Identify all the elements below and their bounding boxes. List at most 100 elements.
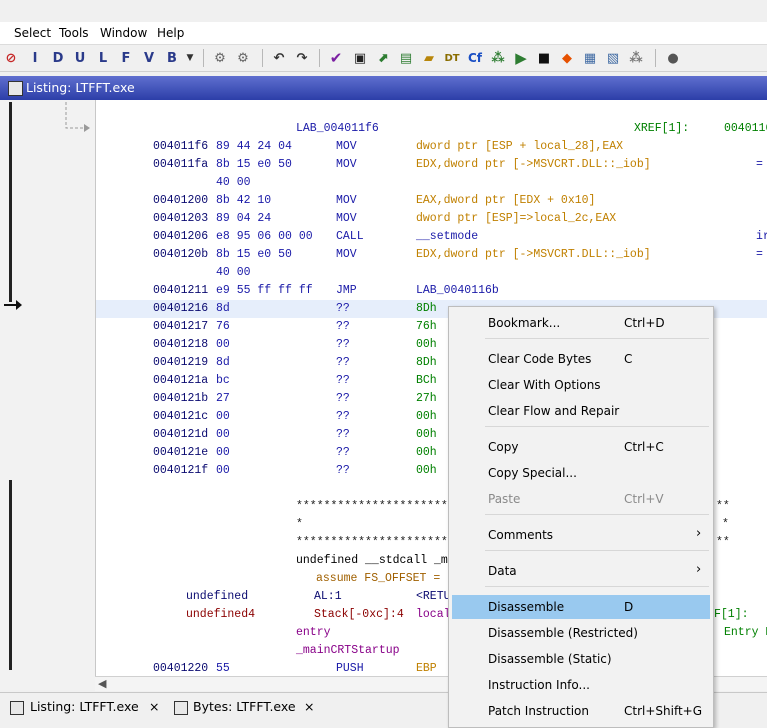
menu-item-clear-flow-and-repair[interactable]: Clear Flow and Repair — [452, 399, 710, 423]
checkmark-icon[interactable]: ✔ — [327, 49, 345, 67]
instruction-address[interactable]: 00401206 — [153, 230, 208, 243]
menu-item-disassemble-static[interactable]: Disassemble (Static) — [452, 647, 710, 671]
instruction-address[interactable]: 00401218 — [153, 338, 208, 351]
undo-icon[interactable]: ↶ — [270, 49, 288, 67]
filter-instructions-button[interactable]: I — [26, 49, 44, 67]
instruction-operand[interactable]: dword ptr [ESP]=>local_2c,EAX — [416, 212, 616, 225]
instruction-mnemonic: JMP — [336, 284, 357, 297]
menu-item-copy-special[interactable]: Copy Special... — [452, 461, 710, 485]
tree-icon[interactable]: ⁂ — [627, 49, 645, 67]
instruction-operand[interactable]: __setmode — [416, 230, 478, 243]
filter-functions-button[interactable]: F — [117, 49, 135, 67]
filter-data-button[interactable]: D — [49, 49, 67, 67]
instruction-address[interactable]: 00401220 — [153, 662, 208, 675]
instruction-address[interactable]: 0040121f — [153, 464, 208, 477]
graph-icon[interactable]: ⁂ — [489, 49, 507, 67]
instruction-operand[interactable]: BCh — [416, 374, 437, 387]
instruction-address[interactable]: 0040121d — [153, 428, 208, 441]
menu-help[interactable]: Help — [157, 26, 184, 40]
main-label[interactable]: _mainCRTStartup — [296, 644, 400, 657]
instruction-bytes: 40 00 — [216, 176, 251, 189]
assume-directive: assume FS_OFFSET = — [316, 572, 441, 585]
merge-icon[interactable]: ⚙ — [234, 49, 252, 67]
xref-address[interactable]: 0040116 — [724, 122, 767, 135]
instruction-address[interactable]: 0040120b — [153, 248, 208, 261]
instruction-operand[interactable]: EAX,dword ptr [EDX + 0x10] — [416, 194, 595, 207]
function-icon[interactable]: Cf — [466, 49, 484, 67]
instruction-operand[interactable]: 27h — [416, 392, 437, 405]
instruction-address[interactable]: 00401219 — [153, 356, 208, 369]
instruction-address[interactable]: 00401203 — [153, 212, 208, 225]
instruction-operand[interactable]: 8Dh — [416, 356, 437, 369]
instruction-address[interactable]: 004011f6 — [153, 140, 208, 153]
instruction-mnemonic: MOV — [336, 140, 357, 153]
instruction-address[interactable]: 00401216 — [153, 302, 208, 315]
instruction-operand[interactable]: EDX,dword ptr [->MSVCRT.DLL::_iob] — [416, 158, 651, 171]
binary-icon[interactable]: ▣ — [351, 49, 369, 67]
instruction-address[interactable]: 00401217 — [153, 320, 208, 333]
folder-icon[interactable]: ▰ — [420, 49, 438, 67]
instruction-address[interactable]: 0040121e — [153, 446, 208, 459]
scroll-left-icon[interactable]: ◀ — [98, 677, 106, 690]
tab-bytes[interactable]: Bytes: LTFFT.exe — [193, 699, 296, 714]
filter-undefined-button[interactable]: U — [71, 49, 89, 67]
close-icon[interactable]: × — [304, 699, 314, 714]
tab-listing[interactable]: Listing: LTFFT.exe — [30, 699, 139, 714]
menu-item-disassemble[interactable]: Disassemble D — [452, 595, 710, 619]
script-icon[interactable]: ▧ — [604, 49, 622, 67]
stop-icon[interactable]: ⊘ — [2, 49, 20, 67]
instruction-address[interactable]: 0040121a — [153, 374, 208, 387]
menu-item-patch-instruction[interactable]: Patch Instruction Ctrl+Shift+G — [452, 699, 710, 723]
instruction-operand[interactable]: dword ptr [ESP + local_28],EAX — [416, 140, 623, 153]
toolbar-separator — [262, 49, 263, 67]
filter-bytes-button[interactable]: B — [163, 49, 181, 67]
instruction-operand[interactable]: 8Dh — [416, 302, 437, 315]
instruction-address[interactable]: 00401211 — [153, 284, 208, 297]
instruction-operand[interactable]: LAB_0040116b — [416, 284, 499, 297]
instruction-operand[interactable]: 00h — [416, 410, 437, 423]
instruction-operand[interactable]: 76h — [416, 320, 437, 333]
menu-item-copy[interactable]: Copy Ctrl+C — [452, 435, 710, 459]
menu-item-comments[interactable]: Comments › — [452, 523, 710, 547]
var-type: undefined — [186, 590, 249, 603]
menu-window[interactable]: Window — [100, 26, 147, 40]
instruction-operand[interactable]: 00h — [416, 338, 437, 351]
function-signature[interactable]: undefined __stdcall _m — [296, 554, 448, 567]
terminal-icon[interactable]: ■ — [535, 49, 553, 67]
filter-values-button[interactable]: V — [140, 49, 158, 67]
instruction-mnemonic: MOV — [336, 212, 357, 225]
menu-item-disassemble-restricted[interactable]: Disassemble (Restricted) — [452, 621, 710, 645]
menu-item-data[interactable]: Data › — [452, 559, 710, 583]
instruction-bytes: 89 44 24 04 — [216, 140, 292, 153]
redo-icon[interactable]: ↷ — [293, 49, 311, 67]
instruction-address[interactable]: 0040121b — [153, 392, 208, 405]
split-icon[interactable]: ⚙ — [211, 49, 229, 67]
entry-label[interactable]: entry — [296, 626, 331, 639]
instruction-operand[interactable]: 00h — [416, 446, 437, 459]
filter-labels-button[interactable]: L — [94, 49, 112, 67]
menu-item-clear-code-bytes[interactable]: Clear Code Bytes C — [452, 347, 710, 371]
close-icon[interactable]: × — [149, 699, 159, 714]
instruction-address[interactable]: 004011fa — [153, 158, 208, 171]
label[interactable]: LAB_004011f6 — [296, 122, 379, 135]
program-tree-icon[interactable]: ▤ — [397, 49, 415, 67]
dropdown-arrow-icon[interactable]: ▼ — [181, 49, 199, 67]
instruction-operand[interactable]: 00h — [416, 428, 437, 441]
menu-select[interactable]: Select — [14, 26, 51, 40]
instruction-operand[interactable]: 00h — [416, 464, 437, 477]
table-icon[interactable]: ▦ — [581, 49, 599, 67]
run-icon[interactable]: ▶ — [512, 49, 530, 67]
menu-tools[interactable]: Tools — [59, 26, 89, 40]
data-type-icon[interactable]: DT — [443, 49, 461, 67]
menu-item-clear-with-options[interactable]: Clear With Options — [452, 373, 710, 397]
diamond-icon[interactable]: ◆ — [558, 49, 576, 67]
instruction-address[interactable]: 00401200 — [153, 194, 208, 207]
instruction-operand[interactable]: EDX,dword ptr [->MSVCRT.DLL::_iob] — [416, 248, 651, 261]
instruction-mnemonic: ?? — [336, 410, 350, 423]
export-icon[interactable]: ⬈ — [374, 49, 392, 67]
menu-item-instruction-info[interactable]: Instruction Info... — [452, 673, 710, 697]
menu-item-bookmark[interactable]: Bookmark... Ctrl+D — [452, 311, 710, 335]
chat-icon[interactable]: ● — [664, 49, 682, 67]
listing-window-titlebar: Listing: LTFFT.exe — [0, 76, 767, 100]
instruction-address[interactable]: 0040121c — [153, 410, 208, 423]
